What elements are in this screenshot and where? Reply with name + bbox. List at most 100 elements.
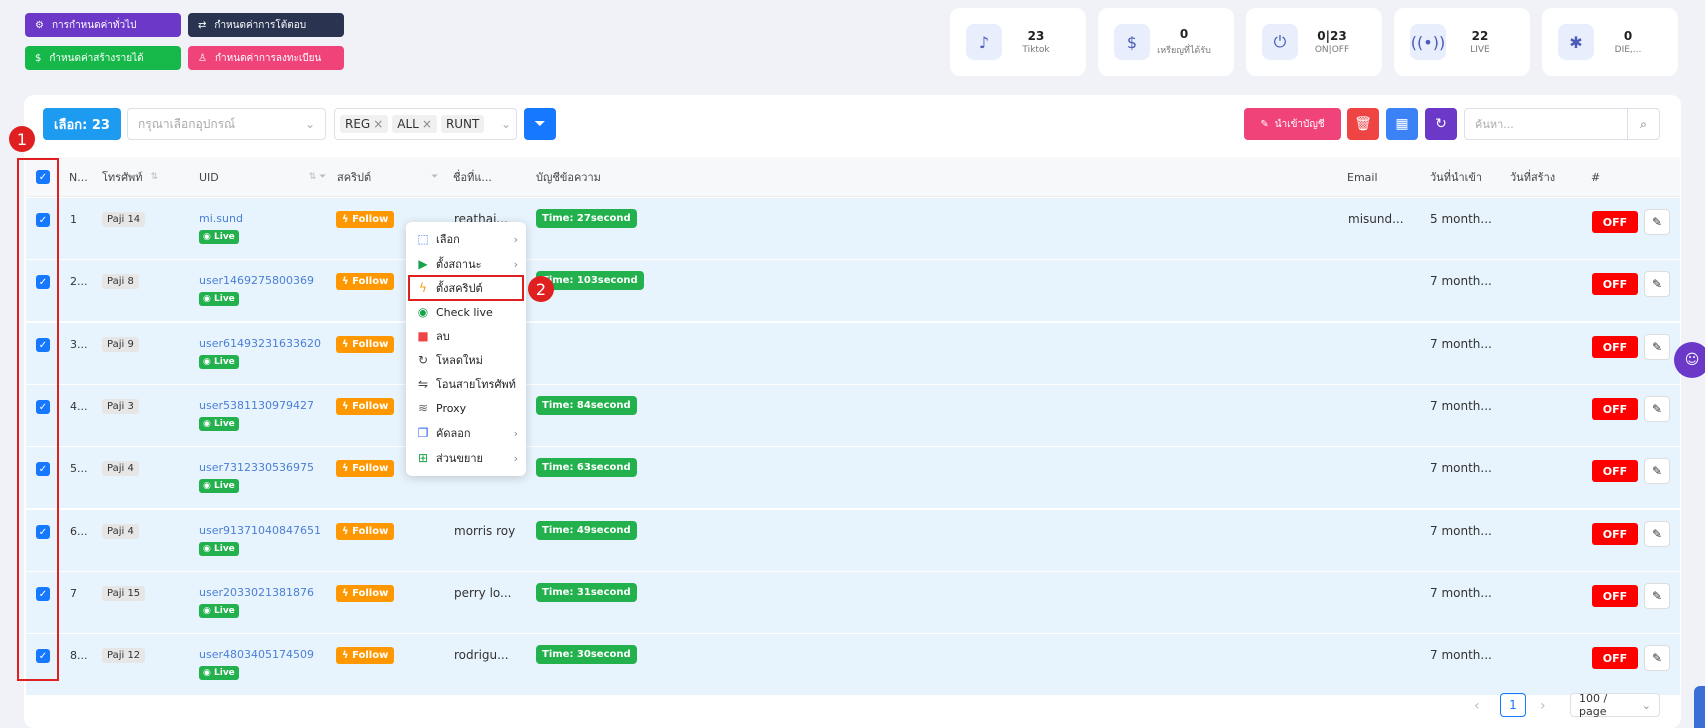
- menu-item-select[interactable]: ⬚ เลือก ›: [416, 228, 518, 250]
- menu-item-transfer[interactable]: ⇋ โอนสายโทรศัพท์: [416, 373, 518, 395]
- search-input[interactable]: ค้นหา... ⌕: [1464, 108, 1660, 140]
- script-badge: ϟ Follow: [336, 398, 395, 415]
- display-name: perry lo...: [454, 586, 512, 600]
- status-toggle-button[interactable]: OFF: [1592, 336, 1638, 358]
- close-icon: ×: [373, 117, 384, 131]
- edit-button[interactable]: ✎: [1644, 334, 1670, 360]
- time-badge: Time: 31second: [536, 583, 637, 602]
- status-toggle-button[interactable]: OFF: [1592, 460, 1638, 482]
- table-row[interactable]: ✓ 5... Paji 4 user7312330536975 ◉ Live ϟ Foll…: [26, 447, 1680, 509]
- phone-badge: Paji 12: [102, 648, 146, 663]
- uid-link[interactable]: user4803405174509: [199, 648, 314, 661]
- transfer-icon: ⇋: [417, 377, 429, 391]
- header-uid[interactable]: UID ⇅ ⏷: [199, 157, 326, 197]
- interaction-settings-button[interactable]: ⇄ กำหนดค่าการโต้ตอบ: [188, 13, 344, 37]
- dollar-icon: $: [35, 52, 42, 64]
- device-select[interactable]: กรุณาเลือกอุปกรณ์ ⌄: [127, 108, 326, 140]
- income-settings-button[interactable]: $ กำหนดค่าสร้างรายได้: [25, 46, 181, 70]
- status-toggle-button[interactable]: OFF: [1592, 523, 1638, 545]
- edit-button[interactable]: ✎: [1644, 458, 1670, 484]
- chevron-right-icon: ›: [513, 426, 518, 440]
- header-script[interactable]: สคริปต์ ⏷: [337, 157, 438, 197]
- general-settings-button[interactable]: ⚙ การกำหนดค่าทั่วไป: [25, 13, 181, 37]
- imported-date: 7 month...: [1430, 337, 1492, 351]
- reload-icon: ↻: [1435, 116, 1447, 132]
- live-badge: ◉ Live: [199, 230, 239, 244]
- pencil-icon: ✎: [1651, 651, 1663, 665]
- floating-robot-button[interactable]: ☺: [1674, 342, 1705, 378]
- robot-icon: ☺: [1684, 352, 1700, 368]
- search-icon[interactable]: ⌕: [1627, 109, 1659, 139]
- page-1-button[interactable]: 1: [1500, 693, 1526, 717]
- stat-live: ((•)) 22 LIVE: [1394, 8, 1530, 76]
- uid-link[interactable]: user91371040847651: [199, 524, 321, 537]
- phone-badge: Paji 3: [102, 399, 139, 414]
- menu-item-reload[interactable]: ↻ โหลดใหม่: [416, 349, 518, 371]
- chevron-down-icon: ⌄: [1641, 698, 1651, 712]
- table-row[interactable]: ✓ 6... Paji 4 user91371040847651 ◉ Live ϟ Fol…: [26, 510, 1680, 572]
- trash-icon: 🗑: [1354, 116, 1372, 132]
- live-badge: ◉ Live: [199, 355, 239, 369]
- status-toggle-button[interactable]: OFF: [1592, 585, 1638, 607]
- edit-button[interactable]: ✎: [1644, 271, 1670, 297]
- table-row[interactable]: ✓ 8... Paji 12 user4803405174509 ◉ Live ϟ Fol…: [26, 634, 1680, 696]
- table-row[interactable]: ✓ 2... Paji 8 user1469275800369 ◉ Live ϟ Foll…: [26, 260, 1680, 322]
- header-phone[interactable]: โทรศัพท์ ⇅: [102, 157, 158, 197]
- status-toggle-button[interactable]: OFF: [1592, 273, 1638, 295]
- table-row[interactable]: ✓ 1 Paji 14 mi.sund ◉ Live ϟ Follow reathai...…: [26, 198, 1680, 260]
- reload-button[interactable]: ↻: [1425, 108, 1457, 140]
- header-no: N...: [69, 170, 88, 184]
- time-badge: Time: 27second: [536, 209, 637, 228]
- status-toggle-button[interactable]: OFF: [1592, 398, 1638, 420]
- next-page-button[interactable]: ›: [1540, 698, 1546, 714]
- uid-link[interactable]: user7312330536975: [199, 461, 314, 474]
- menu-item-proxy[interactable]: ≋ Proxy: [416, 397, 518, 419]
- context-menu: ⬚ เลือก › ▶ ตั้งสถานะ › ϟ ตั้งสคริปต์ ◉ Check …: [406, 222, 526, 476]
- selected-count-button[interactable]: เลือก: 23: [43, 108, 121, 140]
- edit-button[interactable]: ✎: [1644, 209, 1670, 235]
- imported-date: 7 month...: [1430, 648, 1492, 662]
- imported-date: 7 month...: [1430, 524, 1492, 538]
- menu-item-copy[interactable]: ❐ คัดลอก ›: [416, 422, 518, 444]
- pencil-icon: ✎: [1651, 589, 1663, 603]
- uid-link[interactable]: user1469275800369: [199, 274, 314, 287]
- menu-item-check-live[interactable]: ◉ Check live: [416, 301, 518, 323]
- table-row[interactable]: ✓ 3... Paji 9 user61493231633620 ◉ Live ϟ Fol…: [26, 323, 1680, 385]
- cursor-select-icon: ⬚: [417, 232, 429, 246]
- table-row[interactable]: ✓ 4... Paji 3 user5381130979427 ◉ Live ϟ Foll…: [26, 385, 1680, 447]
- uid-link[interactable]: user5381130979427: [199, 399, 314, 412]
- prev-page-button[interactable]: ‹: [1474, 698, 1480, 714]
- script-badge: ϟ Follow: [336, 585, 395, 602]
- edit-button[interactable]: ✎: [1644, 583, 1670, 609]
- status-toggle-button[interactable]: OFF: [1592, 211, 1638, 233]
- columns-button[interactable]: ▦: [1386, 108, 1418, 140]
- menu-item-extension[interactable]: ⊞ ส่วนขยาย ›: [416, 447, 518, 469]
- uid-link[interactable]: mi.sund: [199, 212, 243, 225]
- registration-settings-button[interactable]: ♙ กำหนดค่าการลงทะเบียน: [188, 46, 344, 70]
- pencil-icon: ✎: [1651, 402, 1663, 416]
- tag-select[interactable]: REG × ALL × RUNT ⌄: [334, 108, 517, 140]
- display-name: rodrigu...: [454, 648, 509, 662]
- status-toggle-button[interactable]: OFF: [1592, 647, 1638, 669]
- delete-button[interactable]: 🗑: [1347, 108, 1379, 140]
- uid-link[interactable]: user61493231633620: [199, 337, 321, 350]
- time-badge: Time: 49second: [536, 521, 637, 540]
- header-hash: #: [1591, 170, 1601, 184]
- chevron-down-icon: ⌄: [304, 117, 315, 131]
- menu-item-set-status[interactable]: ▶ ตั้งสถานะ ›: [416, 253, 518, 275]
- table-row[interactable]: ✓ 7 Paji 15 user2033021381876 ◉ Live ϟ Follow…: [26, 572, 1680, 634]
- email-cell: misund...: [1348, 212, 1404, 226]
- filter-button[interactable]: ⏷: [524, 108, 556, 140]
- live-badge: ◉ Live: [199, 479, 239, 493]
- edit-button[interactable]: ✎: [1644, 521, 1670, 547]
- edit-button[interactable]: ✎: [1644, 396, 1670, 422]
- uid-link[interactable]: user2033021381876: [199, 586, 314, 599]
- time-badge: Time: 30second: [536, 645, 637, 664]
- header-imported: วันที่นำเข้า: [1430, 171, 1483, 184]
- page-size-select[interactable]: 100 / page ⌄: [1570, 692, 1660, 718]
- side-tab[interactable]: [1694, 686, 1705, 728]
- menu-item-delete[interactable]: ■ ลบ: [416, 325, 518, 347]
- import-account-button[interactable]: ✎ นำเข้าบัญชี: [1244, 108, 1341, 140]
- row-number: 7: [70, 587, 77, 600]
- edit-button[interactable]: ✎: [1644, 645, 1670, 671]
